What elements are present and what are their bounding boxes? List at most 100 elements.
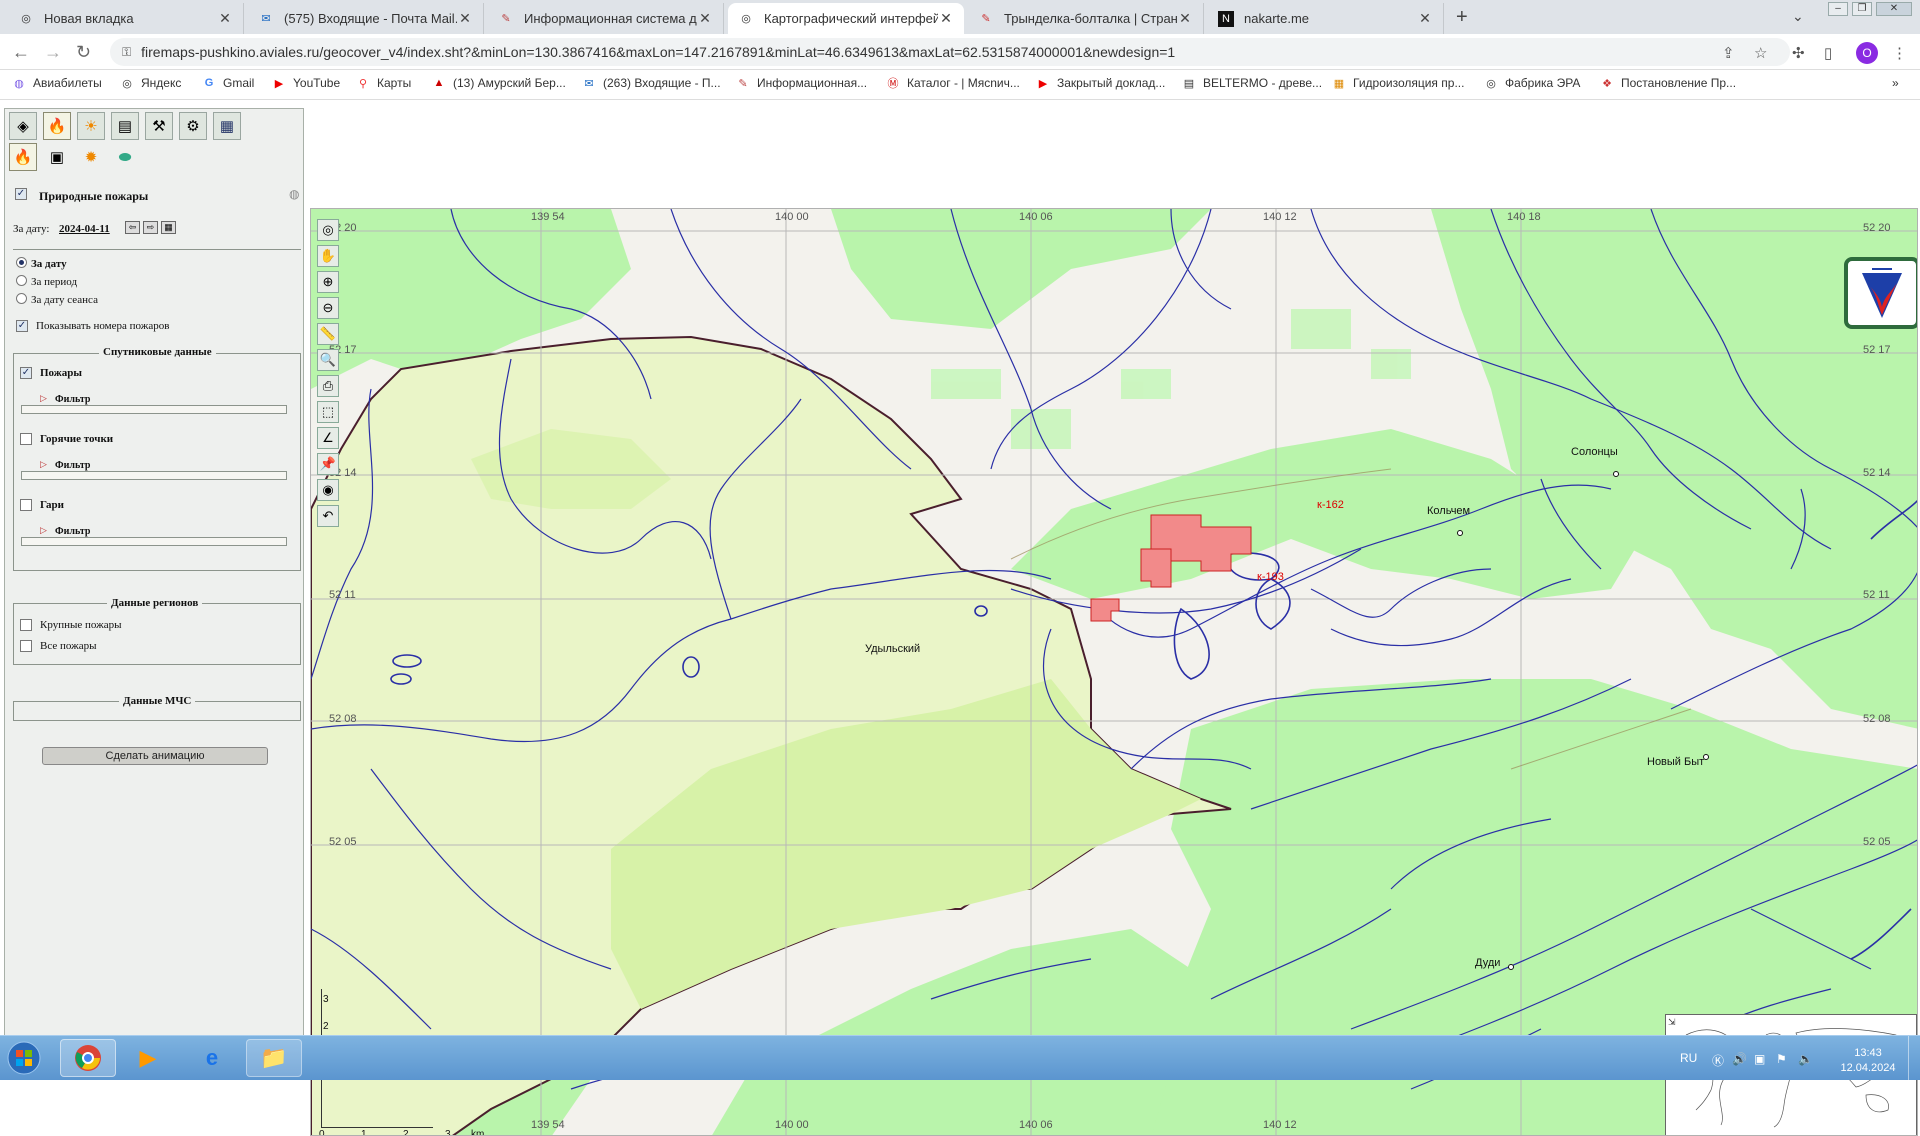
- extensions-icon[interactable]: ✣: [1792, 44, 1805, 62]
- forward-icon[interactable]: →: [44, 42, 62, 63]
- bookmarks-overflow-icon[interactable]: »: [1892, 76, 1899, 90]
- hotspots-filter-label[interactable]: Фильтр: [55, 460, 90, 471]
- bookmark-star-icon[interactable]: ☆: [1754, 44, 1767, 62]
- close-icon[interactable]: ✕: [938, 10, 954, 27]
- close-icon[interactable]: ✕: [457, 10, 473, 27]
- bookmark-item[interactable]: ▲ (13) Амурский Бер...: [432, 76, 566, 90]
- minimize-button[interactable]: –: [1828, 2, 1848, 16]
- building-fire-icon[interactable]: ▣: [43, 143, 71, 171]
- tab-mail[interactable]: ✉ (575) Входящие - Почта Mail.ru ✕: [248, 3, 484, 34]
- zoom-in-icon[interactable]: ⊕: [317, 271, 339, 293]
- zoom-extent-icon[interactable]: ◎: [317, 219, 339, 241]
- undo-icon[interactable]: ↶: [317, 505, 339, 527]
- radio-by-period[interactable]: [16, 275, 27, 286]
- radio-by-session[interactable]: [16, 293, 27, 304]
- fires-checkbox[interactable]: ✓: [20, 367, 32, 379]
- next-date-button[interactable]: ⇨: [143, 221, 158, 234]
- close-icon[interactable]: ✕: [1177, 10, 1193, 27]
- collapse-icon[interactable]: ◍: [289, 187, 299, 202]
- hotspots-checkbox[interactable]: [20, 433, 32, 445]
- hotspots-filter-bar[interactable]: [21, 471, 287, 480]
- reload-icon[interactable]: ↻: [76, 42, 91, 63]
- side-panel-icon[interactable]: ▯: [1824, 44, 1832, 62]
- tab-search-chevron-icon[interactable]: ⌄: [1792, 8, 1804, 25]
- tray-sound-icon[interactable]: 🔈: [1798, 1052, 1813, 1066]
- bookmark-item[interactable]: ▦ Гидроизоляция пр...: [1332, 76, 1465, 90]
- radio-by-date[interactable]: [16, 257, 27, 268]
- hotspot-icon[interactable]: ✹: [77, 143, 105, 171]
- zoom-out-icon[interactable]: ⊖: [317, 297, 339, 319]
- prev-date-button[interactable]: ⇦: [125, 221, 140, 234]
- tray-flag-icon[interactable]: ⚑: [1776, 1052, 1787, 1066]
- all-fires-checkbox[interactable]: [20, 640, 32, 652]
- tab-info-system[interactable]: ✎ Информационная система дис ✕: [488, 3, 724, 34]
- share-icon[interactable]: ⇪: [1722, 44, 1735, 62]
- bookmark-item[interactable]: Ⓜ Каталог - | Мясnич...: [886, 76, 1020, 90]
- bookmark-item[interactable]: ◎ Фабрика ЭРА: [1484, 76, 1580, 90]
- close-icon[interactable]: ✕: [697, 10, 713, 27]
- make-animation-button[interactable]: Сделать анимацию: [42, 747, 268, 765]
- tools-tab-icon[interactable]: ⚒: [145, 112, 173, 140]
- taskbar-media-player[interactable]: ▶: [120, 1039, 176, 1077]
- burns-filter-label[interactable]: Фильтр: [55, 526, 90, 537]
- menu-dots-icon[interactable]: ⋮: [1892, 44, 1907, 62]
- map-viewport[interactable]: 139 54 140 00 140 06 140 12 140 18 52 20…: [310, 208, 1918, 1136]
- tab-new[interactable]: ◎ Новая вкладка ✕: [8, 3, 244, 34]
- fires-filter-bar[interactable]: [21, 405, 287, 414]
- bookmark-item[interactable]: ✎ Информационная...: [736, 76, 867, 90]
- language-indicator[interactable]: RU: [1680, 1051, 1697, 1065]
- layers-tool-icon[interactable]: ◈: [9, 112, 37, 140]
- identify-icon[interactable]: 🔍: [317, 349, 339, 371]
- tray-kaspersky-icon[interactable]: Ⓚ: [1712, 1052, 1724, 1069]
- filter-expand-icon[interactable]: ▷: [40, 459, 47, 470]
- filter-expand-icon[interactable]: ▷: [40, 393, 47, 404]
- fire-label[interactable]: к-162: [1317, 499, 1344, 511]
- marker-icon[interactable]: 📌: [317, 453, 339, 475]
- start-button[interactable]: [2, 1039, 46, 1077]
- bookmark-item[interactable]: G Gmail: [202, 76, 255, 90]
- table-tab-icon[interactable]: ▦: [213, 112, 241, 140]
- taskbar-ie[interactable]: e: [184, 1039, 240, 1077]
- map-canvas[interactable]: [311, 209, 1918, 1136]
- pan-hand-icon[interactable]: ✋: [317, 245, 339, 267]
- natural-fires-checkbox[interactable]: ✓: [15, 188, 27, 200]
- bookmark-item[interactable]: ◍ Авиабилеты: [12, 76, 102, 90]
- tab-nakarte[interactable]: N nakarte.me ✕: [1208, 3, 1444, 34]
- back-icon[interactable]: ←: [12, 42, 30, 63]
- minimap-toggle-icon[interactable]: ⇲: [1668, 1017, 1676, 1028]
- site-info-icon[interactable]: ⚿: [122, 45, 131, 60]
- date-value[interactable]: 2024-04-11: [59, 223, 110, 235]
- taskbar-explorer[interactable]: 📁: [246, 1039, 302, 1077]
- tab-map-interface[interactable]: ◎ Картографический интерфейс И ✕: [728, 3, 964, 34]
- bookmark-item[interactable]: ◎ Яндекс: [120, 76, 181, 90]
- stack-tab-icon[interactable]: ▤: [111, 112, 139, 140]
- tray-network-icon[interactable]: ▣: [1754, 1052, 1765, 1066]
- print-icon[interactable]: ⎙: [317, 375, 339, 397]
- new-tab-button[interactable]: +: [1456, 6, 1468, 29]
- fires-filter-label[interactable]: Фильтр: [55, 394, 90, 405]
- measure-angle-icon[interactable]: ∠: [317, 427, 339, 449]
- window-close-button[interactable]: ✕: [1876, 2, 1912, 16]
- bookmark-item[interactable]: ✉ (263) Входящие - П...: [582, 76, 720, 90]
- calendar-button[interactable]: ▦: [161, 221, 176, 234]
- bookmark-item[interactable]: ▶ Закрытый доклад...: [1036, 76, 1166, 90]
- system-clock[interactable]: 13:43 12.04.2024: [1833, 1046, 1903, 1076]
- bookmark-item[interactable]: ▤ BELTERMO - древе...: [1182, 76, 1322, 90]
- burns-checkbox[interactable]: [20, 499, 32, 511]
- select-area-icon[interactable]: ⬚: [317, 401, 339, 423]
- weather-tab-icon[interactable]: ☀: [77, 112, 105, 140]
- fire-tab-icon[interactable]: 🔥: [43, 112, 71, 140]
- tray-volume-icon[interactable]: 🔊: [1732, 1052, 1747, 1066]
- ruler-icon[interactable]: 📏: [317, 323, 339, 345]
- taskbar-chrome[interactable]: [60, 1039, 116, 1077]
- close-icon[interactable]: ✕: [1417, 10, 1433, 27]
- satellite-icon[interactable]: ⬬: [111, 143, 139, 171]
- show-desktop-button[interactable]: [1908, 1036, 1920, 1081]
- profile-avatar[interactable]: O: [1856, 42, 1878, 64]
- bookmark-item[interactable]: ⚲ Карты: [356, 76, 411, 90]
- bookmark-item[interactable]: ▶ YouTube: [272, 76, 340, 90]
- fire-subtab-icon[interactable]: 🔥: [9, 143, 37, 171]
- filter-expand-icon[interactable]: ▷: [40, 525, 47, 536]
- restore-button[interactable]: ❐: [1852, 2, 1872, 16]
- large-fires-checkbox[interactable]: [20, 619, 32, 631]
